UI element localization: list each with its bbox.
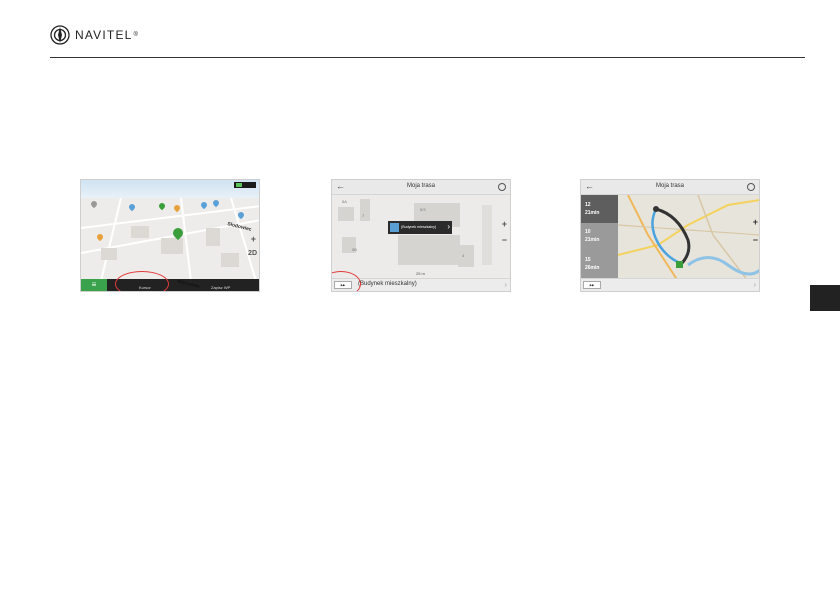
map-number: 5B: [352, 247, 357, 252]
view-mode-button[interactable]: 2D: [248, 250, 257, 257]
battery-icon: [234, 182, 256, 188]
save-waypoint-label[interactable]: Zapisz WP: [211, 285, 230, 290]
bottom-bar: ▶▶ ›: [581, 278, 759, 291]
chevron-right-icon[interactable]: ›: [447, 222, 450, 231]
map-number: 5A: [342, 199, 347, 204]
top-bar: ← Moja trasa: [332, 180, 510, 195]
route-distance: 12: [585, 202, 591, 208]
route-option[interactable]: 10 21min: [581, 224, 618, 252]
map-number: 4: [462, 253, 465, 258]
route-button[interactable]: ▶▶: [583, 281, 601, 289]
screenshot-map-cursor: Słodowiec + 2D ≡ Kursor Zapisz WP Wólczy…: [80, 179, 260, 292]
language-tab-marker: [810, 285, 840, 311]
map-sky: [81, 180, 259, 198]
route-time: 21min: [585, 237, 600, 243]
screen-title: Moja trasa: [655, 183, 684, 189]
zoom-out-button[interactable]: −: [753, 235, 758, 245]
point-name: (Budynek mieszkalny): [358, 281, 417, 287]
building: [338, 207, 354, 221]
zoom-out-button[interactable]: −: [502, 235, 507, 245]
zoom-in-button[interactable]: +: [251, 234, 256, 244]
highlight-circle: [115, 271, 169, 291]
building: [458, 245, 474, 267]
map-number: 7: [362, 213, 365, 218]
route-time: 21min: [585, 210, 600, 216]
brand-name: NAVITEL: [75, 28, 133, 42]
navitel-logo-icon: [50, 25, 70, 45]
route-distance: 15: [585, 257, 591, 263]
map-roads: [81, 198, 259, 281]
screenshot-route-options: ← Moja trasa 12 21min 10 21min 15 26min: [580, 179, 760, 292]
map-area[interactable]: Słodowiec + 2D: [81, 198, 259, 281]
route-option[interactable]: 12 21min: [581, 195, 618, 223]
building: [398, 235, 460, 265]
scale-label: 25 m: [416, 271, 425, 276]
route-distance: 10: [585, 229, 591, 235]
route-options-list: 12 21min 10 21min 15 26min: [581, 195, 618, 281]
zoom-in-button[interactable]: +: [502, 219, 507, 229]
map-number: 5/3: [420, 207, 426, 212]
screenshot-route-point: ← Moja trasa 5A 7 5/3 5B 4 25 m + − (Bud…: [331, 179, 511, 292]
header-divider: [50, 57, 805, 58]
brand-reg: ®: [133, 32, 138, 38]
chevron-right-icon[interactable]: ›: [753, 280, 756, 289]
route-map[interactable]: + −: [618, 195, 759, 281]
route-lines: [618, 195, 759, 281]
menu-button[interactable]: ≡: [81, 279, 107, 291]
building: [482, 205, 492, 265]
point-popup[interactable]: (Budynek mieszkalny) ›: [388, 221, 452, 234]
building-icon: [390, 223, 399, 232]
route-time: 26min: [585, 265, 600, 271]
zoom-in-button[interactable]: +: [753, 217, 758, 227]
brand-logo: NAVITEL ®: [50, 25, 138, 45]
top-bar: ← Moja trasa: [581, 180, 759, 195]
bottom-toolbar: ≡ Kursor Zapisz WP: [81, 279, 259, 291]
satellite-icon[interactable]: [747, 183, 755, 191]
route-option[interactable]: 15 26min: [581, 252, 618, 280]
satellite-icon[interactable]: [498, 183, 506, 191]
chevron-right-icon[interactable]: ›: [504, 280, 507, 289]
screen-title: Moja trasa: [406, 183, 435, 189]
popup-label: (Budynek mieszkalny): [401, 225, 437, 229]
map-area[interactable]: 5A 7 5/3 5B 4 25 m + −: [332, 195, 510, 281]
